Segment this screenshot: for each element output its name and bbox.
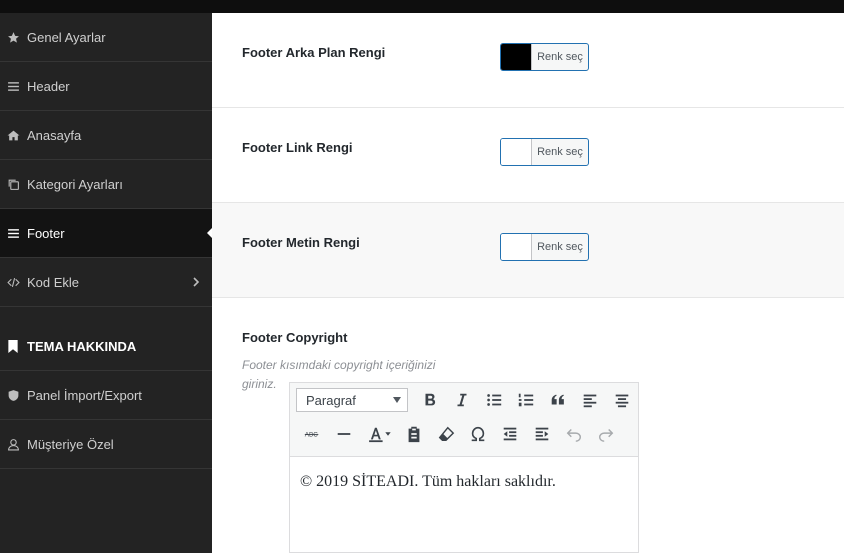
color-picker-button[interactable]: Renk seç	[500, 138, 589, 166]
sidebar-item-label: Genel Ayarlar	[27, 29, 106, 45]
special-character-button[interactable]	[462, 420, 494, 448]
format-select-value: Paragraf	[306, 392, 356, 408]
setting-footer-link-color: Footer Link Rengi Renk seç	[212, 108, 844, 203]
align-center-icon	[615, 394, 629, 408]
paste-text-button[interactable]	[398, 420, 430, 448]
chevron-right-icon	[190, 276, 202, 288]
quote-icon	[551, 394, 564, 405]
rich-text-editor: Paragraf ABC © 2019 SİTEADI. Tüm hakları	[289, 382, 639, 553]
sidebar-item-label: Kategori Ayarları	[27, 176, 123, 192]
sidebar-item-anasayfa[interactable]: Anasayfa	[0, 111, 212, 160]
horizontal-line-button[interactable]	[328, 420, 360, 448]
color-swatch	[501, 139, 532, 165]
sidebar-item-label: Header	[27, 78, 70, 94]
setting-label: Footer Link Rengi	[242, 140, 353, 155]
numbered-list-button[interactable]	[510, 386, 542, 414]
setting-footer-bg-color: Footer Arka Plan Rengi Renk seç	[212, 13, 844, 108]
user-icon	[6, 437, 20, 451]
color-picker-label: Renk seç	[537, 146, 583, 158]
color-picker-button[interactable]: Renk seç	[500, 233, 589, 261]
sidebar: Genel Ayarlar Header Anasayfa Kategori A…	[0, 13, 212, 553]
sidebar-item-label: Footer	[27, 225, 65, 241]
indent-button[interactable]	[526, 420, 558, 448]
chevron-down-icon	[393, 397, 401, 403]
color-picker-button[interactable]: Renk seç	[500, 43, 589, 71]
menu-icon	[6, 226, 20, 240]
setting-label: Footer Arka Plan Rengi	[242, 45, 386, 60]
sidebar-section-title: TEMA HAKKINDA	[27, 338, 137, 354]
sidebar-item-label: Anasayfa	[27, 127, 82, 143]
color-picker-label: Renk seç	[537, 51, 583, 63]
strikethrough-icon: ABC	[304, 432, 319, 439]
align-left-button[interactable]	[574, 386, 606, 414]
code-icon	[6, 275, 20, 289]
sidebar-item-label: Kod Ekle	[27, 274, 80, 290]
bold-button[interactable]	[414, 386, 446, 414]
numbered-list-icon	[518, 393, 534, 407]
setting-label: Footer Metin Rengi	[242, 235, 360, 250]
indent-icon	[535, 427, 549, 441]
omega-icon	[471, 426, 485, 442]
sidebar-item-panel-import-export[interactable]: Panel İmport/Export	[0, 371, 212, 420]
redo-button[interactable]	[590, 420, 622, 448]
strikethrough-button[interactable]: ABC	[296, 420, 328, 448]
sidebar-item-kategori-ayarlari[interactable]: Kategori Ayarları	[0, 160, 212, 209]
bold-icon	[425, 393, 436, 406]
italic-icon	[457, 393, 467, 407]
clear-formatting-button[interactable]	[430, 420, 462, 448]
sidebar-item-kod-ekle[interactable]: Kod Ekle	[0, 258, 212, 307]
blockquote-button[interactable]	[542, 386, 574, 414]
copy-icon	[6, 177, 20, 191]
star-icon	[6, 30, 20, 44]
color-swatch	[501, 44, 532, 70]
home-icon	[6, 128, 20, 142]
bullet-list-button[interactable]	[478, 386, 510, 414]
color-swatch	[501, 234, 532, 260]
sidebar-item-footer[interactable]: Footer	[0, 209, 212, 258]
sidebar-section-tema-hakkinda[interactable]: TEMA HAKKINDA	[0, 322, 212, 371]
align-center-button[interactable]	[606, 386, 638, 414]
align-left-icon	[583, 394, 597, 408]
paste-icon	[408, 426, 420, 443]
format-select[interactable]: Paragraf	[296, 388, 408, 412]
italic-button[interactable]	[446, 386, 478, 414]
setting-footer-text-color: Footer Metin Rengi Renk seç	[212, 203, 844, 298]
outdent-icon	[503, 427, 517, 441]
shield-icon	[6, 388, 20, 402]
undo-button[interactable]	[558, 420, 590, 448]
text-color-button[interactable]	[360, 420, 398, 448]
bookmark-icon	[6, 339, 20, 353]
text-color-icon	[369, 427, 391, 443]
outdent-button[interactable]	[494, 420, 526, 448]
sidebar-item-label: Müşteriye Özel	[27, 436, 114, 452]
top-bar	[0, 0, 844, 13]
bullet-list-icon	[487, 394, 502, 406]
eraser-icon	[438, 426, 455, 442]
sidebar-item-label: Panel İmport/Export	[27, 387, 142, 403]
editor-content-area[interactable]: © 2019 SİTEADI. Tüm hakları saklıdır.	[290, 457, 638, 507]
horizontal-line-icon	[337, 433, 351, 435]
sidebar-item-header[interactable]: Header	[0, 62, 212, 111]
undo-icon	[566, 428, 582, 442]
editor-toolbar: Paragraf ABC	[290, 383, 638, 457]
editor-paragraph: © 2019 SİTEADI. Tüm hakları saklıdır.	[300, 473, 556, 490]
svg-text:ABC: ABC	[305, 432, 318, 439]
sidebar-item-genel-ayarlar[interactable]: Genel Ayarlar	[0, 13, 212, 62]
setting-label: Footer Copyright	[242, 330, 348, 345]
menu-icon	[6, 79, 20, 93]
sidebar-item-musteriye-ozel[interactable]: Müşteriye Özel	[0, 420, 212, 469]
redo-icon	[598, 428, 614, 442]
color-picker-label: Renk seç	[537, 241, 583, 253]
